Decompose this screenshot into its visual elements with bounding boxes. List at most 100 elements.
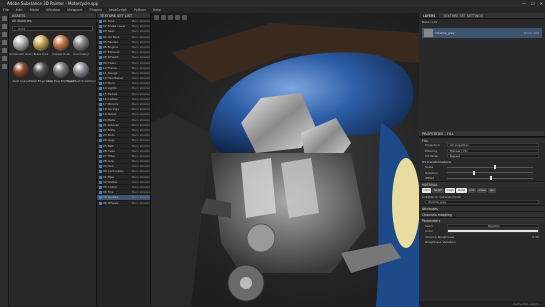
rotation-slider[interactable] bbox=[447, 170, 533, 175]
scale-slider[interactable] bbox=[447, 165, 533, 170]
minimize-button[interactable]: — bbox=[522, 1, 526, 6]
offset-slider[interactable] bbox=[447, 176, 533, 181]
screenshot-icon[interactable] bbox=[182, 15, 187, 20]
visibility-checkbox[interactable] bbox=[99, 186, 102, 189]
visibility-checkbox[interactable] bbox=[99, 165, 102, 169]
visibility-checkbox[interactable] bbox=[99, 97, 102, 101]
menu-edit[interactable]: Edit bbox=[16, 8, 23, 12]
channel-toggle[interactable]: nrm bbox=[467, 188, 476, 193]
close-button[interactable]: ✕ bbox=[540, 1, 543, 6]
library-filter[interactable]: All libraries bbox=[9, 19, 96, 24]
visibility-checkbox[interactable] bbox=[99, 196, 102, 200]
menu-javascript[interactable]: JavaScript bbox=[109, 8, 127, 12]
material-swatch[interactable]: Metal Edge Wear bbox=[29, 62, 53, 87]
material-swatch[interactable]: Copper Pure bbox=[52, 35, 70, 60]
texture-set-row[interactable]: 36 Wheels Main shader bbox=[97, 201, 150, 206]
tab-layers[interactable]: LAYERS bbox=[419, 13, 440, 18]
material-swatch[interactable]: Iron Raw Damaged bbox=[48, 62, 74, 87]
visibility-checkbox[interactable] bbox=[99, 56, 102, 60]
channel-select[interactable]: Base color bbox=[422, 20, 438, 24]
texture-set-name: 31 Pipe bbox=[102, 174, 114, 179]
material-swatch[interactable]: Rust Coarse bbox=[12, 62, 30, 87]
filtering-select[interactable]: Bilinear | HQ bbox=[447, 148, 539, 153]
visibility-checkbox[interactable] bbox=[99, 108, 102, 112]
maximize-button[interactable]: ☐ bbox=[531, 1, 535, 6]
visibility-checkbox[interactable] bbox=[99, 66, 102, 70]
visibility-checkbox[interactable] bbox=[99, 25, 102, 29]
channel-toggle[interactable]: emiss bbox=[476, 188, 488, 193]
visibility-checkbox[interactable] bbox=[99, 82, 102, 86]
visibility-checkbox[interactable] bbox=[99, 30, 102, 34]
display-mode-icon[interactable] bbox=[161, 15, 166, 20]
eraser-tool-icon[interactable] bbox=[2, 24, 7, 29]
menu-window[interactable]: Window bbox=[46, 8, 60, 12]
visibility-checkbox[interactable] bbox=[99, 118, 102, 122]
visibility-checkbox[interactable] bbox=[99, 134, 102, 138]
menu-plugins[interactable]: Plugins bbox=[89, 8, 102, 12]
menu-file[interactable]: File bbox=[3, 8, 9, 12]
clone-tool-icon[interactable] bbox=[2, 56, 7, 61]
visibility-checkbox[interactable] bbox=[99, 87, 102, 91]
visibility-checkbox[interactable] bbox=[99, 71, 102, 75]
sub-material-select[interactable]: chrome_grey bbox=[425, 200, 539, 205]
layer-row[interactable]: chrome_grey Norm 100 bbox=[422, 27, 542, 38]
visibility-checkbox[interactable] bbox=[99, 128, 102, 132]
menu-mode[interactable]: Mode bbox=[30, 8, 40, 12]
visibility-checkbox[interactable] bbox=[99, 170, 102, 174]
visibility-checkbox[interactable] bbox=[99, 61, 102, 65]
visibility-checkbox[interactable] bbox=[99, 113, 102, 117]
slider-handle[interactable] bbox=[490, 176, 492, 181]
picker-tool-icon[interactable] bbox=[2, 64, 7, 69]
slider-handle[interactable] bbox=[472, 170, 475, 175]
visibility-checkbox[interactable] bbox=[99, 160, 102, 164]
viewport-3d[interactable] bbox=[151, 13, 419, 307]
visibility-checkbox[interactable] bbox=[99, 77, 102, 81]
polygon-fill-icon[interactable] bbox=[2, 40, 7, 45]
tab-texture-set-settings[interactable]: TEXTURE SET SETTINGS bbox=[439, 13, 487, 18]
visibility-checkbox[interactable] bbox=[99, 154, 102, 158]
paint-tool-icon[interactable] bbox=[2, 16, 7, 21]
menu-python[interactable]: Python bbox=[134, 8, 146, 12]
camera-icon[interactable] bbox=[154, 15, 159, 20]
menu-viewport[interactable]: Viewport bbox=[67, 8, 82, 12]
uv-wrap-select[interactable]: Repeat bbox=[447, 154, 539, 159]
visibility-checkbox[interactable] bbox=[99, 149, 102, 153]
visibility-checkbox[interactable] bbox=[99, 103, 102, 106]
material-name: Brass Pure bbox=[33, 52, 49, 56]
grid-icon[interactable] bbox=[175, 15, 180, 20]
color-swatch[interactable] bbox=[447, 229, 539, 234]
lighting-icon[interactable] bbox=[168, 15, 173, 20]
visibility-checkbox[interactable] bbox=[99, 92, 102, 96]
channel-toggle[interactable]: opc bbox=[488, 188, 497, 193]
channel-toggle[interactable]: rough bbox=[444, 188, 456, 193]
projection-tool-icon[interactable] bbox=[2, 32, 7, 37]
visibility-checkbox[interactable] bbox=[99, 40, 102, 44]
material-swatch[interactable]: Iron Grainy bbox=[72, 35, 90, 60]
menu-help[interactable]: Help bbox=[153, 8, 161, 12]
material-swatch[interactable]: Aluminium Grain bbox=[9, 35, 33, 60]
channel-toggle[interactable]: color bbox=[422, 188, 432, 193]
visibility-checkbox[interactable] bbox=[99, 191, 102, 195]
material-name: Iron Grainy bbox=[73, 52, 89, 56]
visibility-checkbox[interactable] bbox=[99, 35, 102, 39]
material-swatch[interactable]: Brass Pure bbox=[32, 35, 50, 60]
channel-toggle[interactable]: height bbox=[432, 188, 444, 193]
projection-select[interactable]: UV projection bbox=[447, 143, 539, 148]
seed-button[interactable]: Random bbox=[447, 223, 539, 228]
visibility-checkbox[interactable] bbox=[99, 175, 102, 179]
layer-opacity[interactable]: Norm 100 bbox=[524, 31, 542, 35]
visibility-checkbox[interactable] bbox=[99, 51, 102, 55]
visibility-checkbox[interactable] bbox=[99, 144, 102, 148]
slider-handle[interactable] bbox=[494, 165, 497, 170]
visibility-checkbox[interactable] bbox=[99, 123, 102, 127]
chrome-roughness-value[interactable]: 0.35 bbox=[532, 235, 539, 239]
visibility-checkbox[interactable] bbox=[99, 20, 102, 23]
visibility-checkbox[interactable] bbox=[99, 45, 102, 49]
smudge-tool-icon[interactable] bbox=[2, 48, 7, 53]
visibility-checkbox[interactable] bbox=[99, 201, 102, 205]
material-swatch[interactable]: Steel Rust Scratched bbox=[66, 62, 96, 87]
asset-search-input[interactable]: ⌕ met bbox=[12, 26, 93, 31]
visibility-checkbox[interactable] bbox=[99, 139, 102, 143]
visibility-checkbox[interactable] bbox=[99, 180, 102, 184]
channel-toggle[interactable]: metal bbox=[456, 188, 467, 193]
